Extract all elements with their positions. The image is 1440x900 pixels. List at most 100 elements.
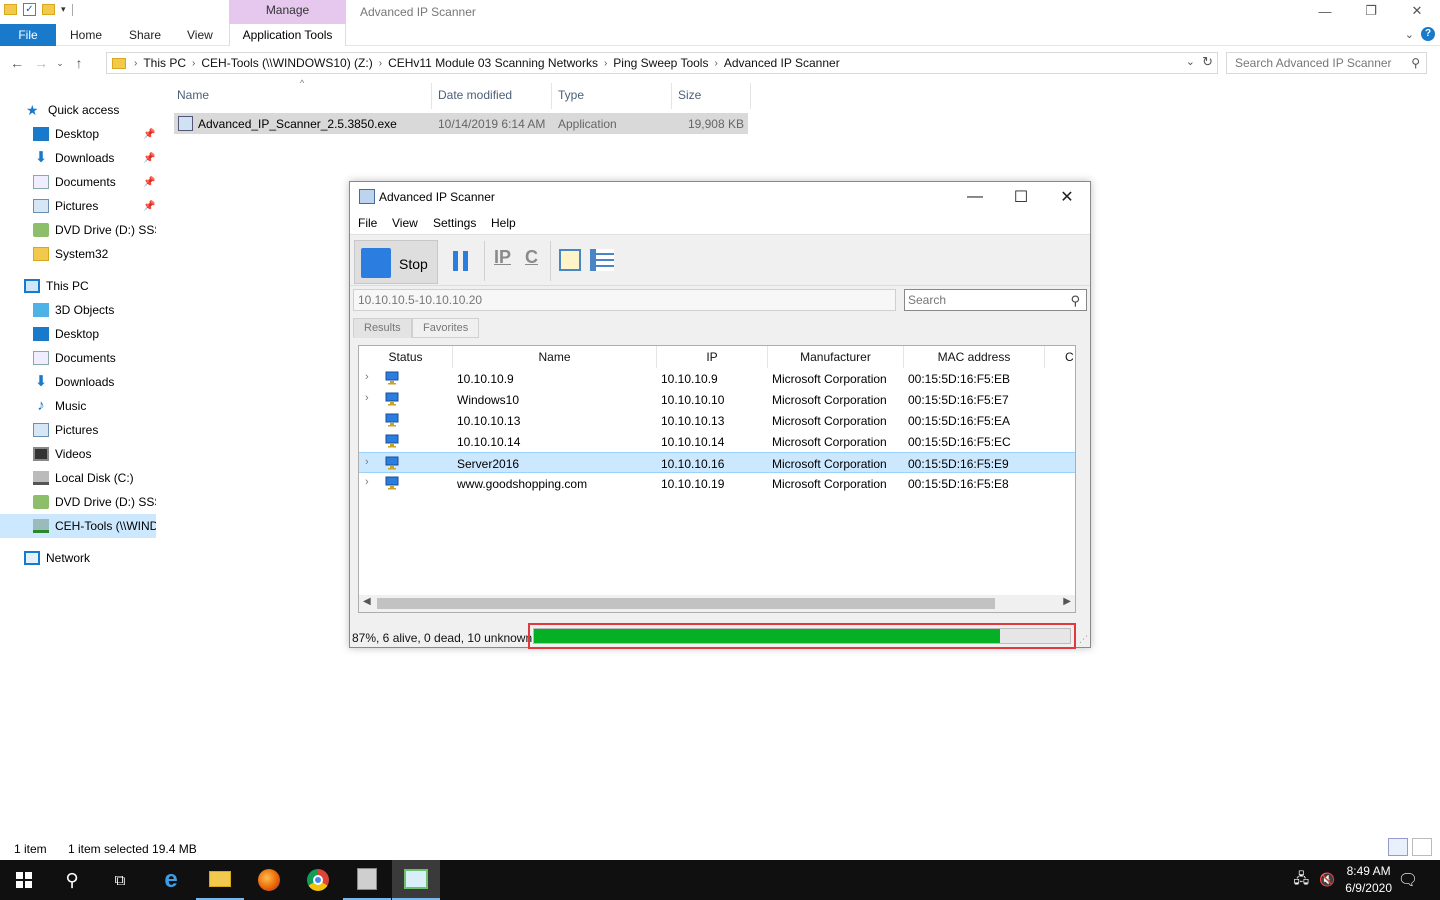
file-row[interactable]: Advanced_IP_Scanner_2.5.3850.exe 10/14/2… [174, 113, 748, 134]
menu-file[interactable]: File [358, 216, 377, 230]
start-windows-icon[interactable] [0, 860, 48, 900]
column-divider[interactable] [431, 83, 432, 109]
new-folder-icon[interactable] [42, 4, 55, 15]
pin-icon[interactable]: 📌 [143, 177, 155, 188]
pin-icon[interactable]: 📌 [143, 153, 155, 164]
nav-music[interactable]: ♪ Music [0, 394, 156, 418]
chrome-icon[interactable] [294, 860, 342, 900]
firefox-icon[interactable] [245, 860, 293, 900]
file-tab[interactable]: File [0, 24, 56, 46]
search-icon[interactable]: ⚲ [48, 860, 96, 900]
nav-pictures[interactable]: Pictures [0, 418, 156, 442]
nav-qa-desktop[interactable]: Desktop 📌 [0, 122, 156, 146]
nav-videos[interactable]: Videos [0, 442, 156, 466]
nav-qa-downloads[interactable]: ⬇ Downloads 📌 [0, 146, 156, 170]
ip-range-input[interactable]: 10.10.10.5-10.10.10.20 [353, 289, 896, 311]
help-icon[interactable]: ? [1421, 27, 1435, 41]
expand-row-icon[interactable]: › [365, 456, 369, 468]
scroll-left-icon[interactable]: ◀ [363, 596, 371, 607]
large-icons-view-icon[interactable] [1412, 838, 1432, 856]
menu-settings[interactable]: Settings [433, 216, 476, 230]
table-row[interactable]: › www.goodshopping.com 10.10.10.19 Microsof… [359, 473, 1075, 494]
menu-view[interactable]: View [392, 216, 418, 230]
table-row[interactable]: › Server2016 10.10.10.16 Microsoft Corporat… [359, 452, 1075, 473]
properties-icon[interactable]: ✓ [23, 3, 36, 16]
scroll-right-icon[interactable]: ▶ [1063, 596, 1071, 607]
customize-qat-icon[interactable]: ▾ [61, 4, 66, 15]
horizontal-scrollbar[interactable]: ◀ ▶ [359, 595, 1075, 612]
column-divider[interactable] [551, 83, 552, 109]
tab-favorites[interactable]: Favorites [412, 318, 480, 338]
column-divider[interactable] [750, 83, 751, 109]
column-header-mac[interactable]: MAC address [904, 346, 1045, 368]
tab-results[interactable]: Results [353, 318, 412, 338]
nav-local-disk[interactable]: Local Disk (C:) [0, 466, 156, 490]
ip-tool-icon[interactable]: IP [494, 247, 511, 268]
maximize-icon[interactable]: ☐ [998, 182, 1044, 212]
menu-help[interactable]: Help [491, 216, 516, 230]
action-center-icon[interactable]: 🗨 [1384, 860, 1432, 900]
column-header-type[interactable]: Type [558, 88, 584, 102]
expand-row-icon[interactable]: › [365, 371, 369, 383]
expand-ribbon-icon[interactable]: ⌄ [1405, 28, 1414, 41]
nav-downloads[interactable]: ⬇ Downloads [0, 370, 156, 394]
nav-this-pc[interactable]: This PC [0, 274, 156, 298]
minimize-icon[interactable]: — [952, 182, 998, 212]
nav-ceh-tools[interactable]: CEH-Tools (\\WINDOWS10) (Z:) [0, 514, 156, 538]
address-dropdown-icon[interactable]: ⌄ [1186, 55, 1195, 68]
nav-qa-system32[interactable]: System32 [0, 242, 156, 266]
table-row[interactable]: 10.10.10.13 10.10.10.13 Microsoft Corporat… [359, 410, 1075, 431]
breadcrumb-current[interactable]: Advanced IP Scanner [724, 56, 840, 70]
volume-muted-icon[interactable]: 🔇 [1319, 872, 1335, 888]
expand-all-icon[interactable] [559, 249, 581, 271]
pause-button-icon[interactable] [453, 251, 469, 271]
close-icon[interactable]: ✕ [1044, 182, 1090, 212]
column-divider[interactable] [671, 83, 672, 109]
breadcrumb-drive[interactable]: CEH-Tools (\\WINDOWS10) (Z:) [201, 56, 372, 70]
column-header-manufacturer[interactable]: Manufacturer [768, 346, 904, 368]
table-row[interactable]: 10.10.10.14 10.10.10.14 Microsoft Corporat… [359, 431, 1075, 452]
column-header-comments[interactable]: C [1045, 346, 1075, 368]
nav-documents[interactable]: Documents [0, 346, 156, 370]
column-header-name[interactable]: Name [177, 88, 209, 102]
table-row[interactable]: › 10.10.10.9 10.10.10.9 Microsoft Corporati… [359, 368, 1075, 389]
aip-title-bar[interactable]: Advanced IP Scanner — ☐ ✕ [350, 182, 1090, 212]
expand-row-icon[interactable]: › [365, 392, 369, 404]
column-header-name[interactable]: Name [453, 346, 657, 368]
nav-qa-documents[interactable]: Documents 📌 [0, 170, 156, 194]
pin-icon[interactable]: 📌 [143, 129, 155, 140]
stop-button[interactable]: Stop [354, 240, 438, 284]
installer-icon[interactable] [343, 860, 391, 900]
recent-locations-icon[interactable]: ⌄ [54, 52, 66, 74]
explorer-search-input[interactable]: Search Advanced IP Scanner ⚲ [1226, 52, 1427, 74]
close-icon[interactable]: ✕ [1394, 0, 1440, 22]
manage-tab[interactable]: Manage [229, 0, 346, 24]
back-arrow-icon[interactable]: ← [6, 52, 28, 74]
resize-grip-icon[interactable]: ⋰ [1079, 634, 1088, 645]
up-arrow-icon[interactable]: ↑ [68, 52, 90, 74]
column-header-size[interactable]: Size [678, 88, 701, 102]
internet-explorer-icon[interactable]: e [147, 860, 195, 900]
c-tool-icon[interactable]: C [525, 247, 538, 268]
task-view-icon[interactable]: ⧉ [96, 860, 144, 900]
folder-icon[interactable] [4, 4, 17, 15]
nav-network[interactable]: Network [0, 546, 156, 570]
address-bar[interactable]: › This PC › CEH-Tools (\\WINDOWS10) (Z:)… [106, 52, 1218, 74]
nav-qa-pictures[interactable]: Pictures 📌 [0, 194, 156, 218]
expand-row-icon[interactable]: › [365, 476, 369, 488]
nav-desktop[interactable]: Desktop [0, 322, 156, 346]
file-explorer-icon[interactable] [196, 860, 244, 900]
column-header-status[interactable]: Status [359, 346, 453, 368]
pin-icon[interactable]: 📌 [143, 201, 155, 212]
collapse-all-icon[interactable] [590, 249, 614, 271]
aip-search-input[interactable]: Search ⚲ [904, 289, 1087, 311]
tab-share[interactable]: Share [129, 24, 161, 46]
minimize-icon[interactable]: — [1302, 0, 1348, 22]
nav-qa-dvd[interactable]: DVD Drive (D:) SSS_X [0, 218, 156, 242]
table-row[interactable]: › Windows10 10.10.10.10 Microsoft Corporati… [359, 389, 1075, 410]
nav-dvd-drive[interactable]: DVD Drive (D:) SSS_X [0, 490, 156, 514]
breadcrumb-module[interactable]: CEHv11 Module 03 Scanning Networks [388, 56, 598, 70]
advanced-ip-scanner-taskbar-icon[interactable] [392, 860, 440, 900]
breadcrumb-this-pc[interactable]: This PC [143, 56, 186, 70]
scrollbar-thumb[interactable] [377, 598, 995, 609]
